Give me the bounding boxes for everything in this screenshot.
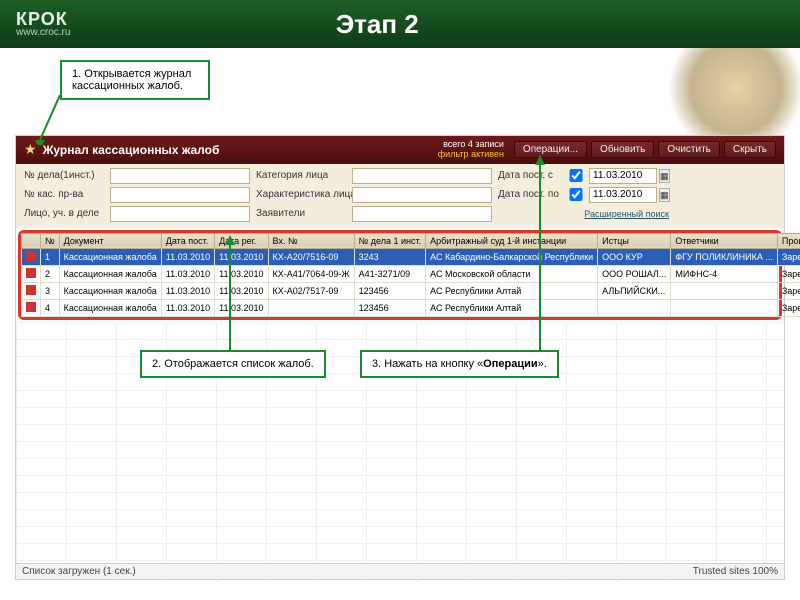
label-applicants: Заявители xyxy=(256,208,346,219)
results-grid[interactable]: №ДокументДата пост.Дата рег.Вх. №№ дела … xyxy=(21,233,800,317)
col-header[interactable]: Истцы xyxy=(598,233,671,248)
hide-button[interactable]: Скрыть xyxy=(724,141,776,158)
input-applicants[interactable] xyxy=(352,206,492,222)
check-date-to[interactable] xyxy=(569,188,583,201)
calendar-icon[interactable]: ▦ xyxy=(659,188,670,202)
row-icon xyxy=(26,251,36,261)
table-row[interactable]: 3Кассационная жалоба11.03.201011.03.2010… xyxy=(22,282,800,299)
filters-panel: № дела(1инст.) Категория лица Дата пост.… xyxy=(16,164,784,228)
callout-2: 2. Отображается список жалоб. xyxy=(140,350,326,378)
input-date-from[interactable] xyxy=(589,168,657,184)
col-header[interactable]: Документ xyxy=(59,233,161,248)
row-icon xyxy=(26,285,36,295)
arrow-3 xyxy=(530,155,550,355)
label-person: Лицо, уч. в деле xyxy=(24,208,104,219)
advanced-search-link[interactable]: Расширенный поиск xyxy=(498,209,669,219)
status-bar: Список загружен (1 сек.) Trusted sites 1… xyxy=(16,563,784,579)
table-row[interactable]: 1Кассационная жалоба11.03.201011.03.2010… xyxy=(22,248,800,265)
calendar-icon[interactable]: ▦ xyxy=(659,169,670,183)
logo: КРОК www.croc.ru xyxy=(16,10,70,38)
col-header[interactable]: № xyxy=(41,233,60,248)
slide-title: Этап 2 xyxy=(70,9,684,40)
input-kasnum[interactable] xyxy=(110,187,250,203)
callout-1: 1. Открывается журнал кассационных жалоб… xyxy=(60,60,210,100)
arrow-2 xyxy=(220,235,240,355)
clear-button[interactable]: Очистить xyxy=(658,141,720,158)
app-title: Журнал кассационных жалоб xyxy=(43,143,432,157)
col-header[interactable]: Процессуальное состоя... xyxy=(777,233,800,248)
label-kasnum: № кас. пр-ва xyxy=(24,189,104,200)
callout-3: 3. Нажать на кнопку «Операции». xyxy=(360,350,559,378)
table-row[interactable]: 4Кассационная жалоба11.03.201011.03.2010… xyxy=(22,299,800,316)
row-icon xyxy=(26,302,36,312)
grid-highlight: №ДокументДата пост.Дата рег.Вх. №№ дела … xyxy=(18,230,782,320)
status-right: Trusted sites 100% xyxy=(693,566,778,577)
input-char[interactable] xyxy=(352,187,492,203)
label-delonum: № дела(1инст.) xyxy=(24,170,104,181)
logo-text: КРОК xyxy=(16,10,70,28)
arrow-1 xyxy=(35,95,65,145)
logo-sub: www.croc.ru xyxy=(16,28,70,38)
col-header[interactable]: Вх. № xyxy=(268,233,354,248)
col-header[interactable]: № дела 1 инст. xyxy=(354,233,426,248)
operations-button[interactable]: Операции... xyxy=(514,141,587,158)
label-category: Категория лица xyxy=(256,170,346,181)
app-header: ★ Журнал кассационных жалоб всего 4 запи… xyxy=(16,136,784,164)
col-header[interactable]: Дата пост. xyxy=(161,233,214,248)
header-meta: всего 4 записи фильтр активен xyxy=(438,140,504,160)
slide-header: КРОК www.croc.ru Этап 2 xyxy=(0,0,800,48)
status-left: Список загружен (1 сек.) xyxy=(22,566,136,577)
refresh-button[interactable]: Обновить xyxy=(591,141,654,158)
input-person[interactable] xyxy=(110,206,250,222)
col-header[interactable]: Ответчики xyxy=(671,233,778,248)
row-icon xyxy=(26,268,36,278)
col-header[interactable]: Арбитражный суд 1-й инстанции xyxy=(426,233,598,248)
header-right: всего 4 записи фильтр активен Операции..… xyxy=(438,140,776,160)
decor-spheres xyxy=(640,48,800,148)
table-row[interactable]: 2Кассационная жалоба11.03.201011.03.2010… xyxy=(22,265,800,282)
check-date-from[interactable] xyxy=(569,169,583,182)
label-char: Характеристика лица xyxy=(256,189,346,200)
input-date-to[interactable] xyxy=(589,187,657,203)
input-category[interactable] xyxy=(352,168,492,184)
input-delonum[interactable] xyxy=(110,168,250,184)
